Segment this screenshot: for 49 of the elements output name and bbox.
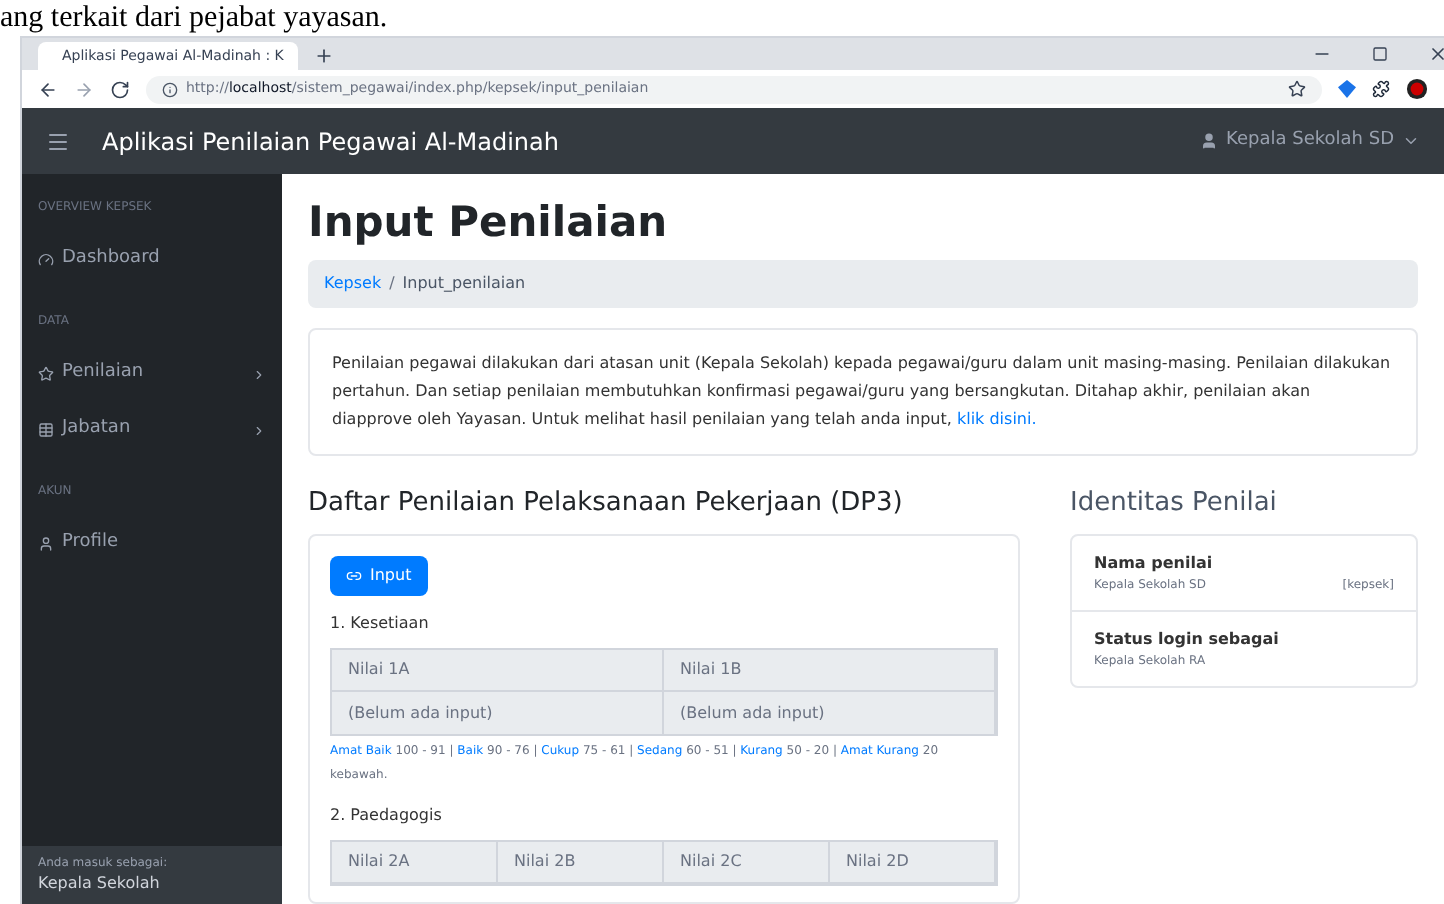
user-icon: [1200, 132, 1219, 150]
document-text: ang terkait dari pejabat yayasan.: [0, 0, 388, 36]
info-icon: [162, 81, 178, 97]
input-button[interactable]: Input: [330, 556, 428, 596]
link-icon: [346, 568, 362, 584]
star-icon: [38, 366, 54, 382]
close-window-icon[interactable]: [1428, 44, 1444, 64]
table-cell: (Belum ada input): [332, 692, 664, 734]
reload-icon[interactable]: [110, 79, 130, 99]
menu-icon[interactable]: [46, 129, 70, 153]
table-header-cell: Nilai 1B: [664, 650, 996, 692]
user-icon: [38, 536, 54, 552]
forward-icon[interactable]: [74, 79, 94, 99]
sidebar-item[interactable]: Jabatan: [22, 410, 282, 450]
breadcrumb-separator: /: [389, 271, 395, 296]
gauge-icon: [38, 252, 54, 268]
section-title: Daftar Penilaian Pelaksanaan Pekerjaan (DP3): [308, 485, 905, 521]
group-title: 1. Kesetiaan: [330, 612, 431, 636]
identity-title: Identitas Penilai: [1070, 485, 1279, 521]
extensions-icon[interactable]: [1372, 80, 1390, 98]
table-header-cell: Nilai 2C: [664, 842, 830, 884]
profile-icon[interactable]: [1406, 78, 1428, 100]
table-header-cell: Nilai 2D: [830, 842, 996, 884]
table-header-cell: Nilai 2B: [498, 842, 664, 884]
group-title: 2. Paedagogis: [330, 804, 444, 828]
sidebar-item[interactable]: Profile: [22, 524, 282, 564]
breadcrumb-current: Input_penilaian: [402, 271, 526, 296]
page-title: Input Penilaian: [308, 202, 670, 244]
chevron-icon: [252, 423, 266, 437]
info-link[interactable]: klik disini.: [956, 409, 1037, 427]
caret-icon: [1402, 132, 1420, 150]
navbar-brand[interactable]: Aplikasi Penilaian Pegawai Al-Madinah: [102, 123, 559, 159]
table-cell: (Belum ada input): [664, 692, 996, 734]
footer-value: Kepala Sekolah: [38, 872, 162, 896]
bookmark-icon[interactable]: [1288, 80, 1306, 98]
user-menu[interactable]: Kepala Sekolah SD: [1200, 127, 1420, 155]
table-header-cell: Nilai 2A: [332, 842, 498, 884]
identity-label: Status login sebagai: [1094, 628, 1281, 652]
sidebar-item[interactable]: Penilaian: [22, 354, 282, 394]
table-icon: [38, 422, 54, 438]
info-text: Penilaian pegawai dilakukan dari atasan unit (Kepala Sekolah) kepada pegawai/guru dalam unit masing-masing. Penilaian dilakukan pertahun. Dan setiap penilaian membutuhkan konfirmasi pegawai/guru yang bersangkutan. Ditahap akhir, penilaian akan diapprove oleh Yayasan. Untuk melihat hasil penilaian yang telah anda input, klik disini.: [332, 351, 1393, 432]
maximize-icon[interactable]: [1372, 46, 1388, 62]
sidebar-item[interactable]: Dashboard: [22, 240, 282, 280]
identity-label: Nama penilai: [1094, 552, 1215, 576]
chevron-icon: [252, 367, 266, 381]
back-icon[interactable]: [38, 79, 58, 99]
new-tab-icon[interactable]: [314, 46, 334, 66]
table-header-cell: Nilai 1A: [332, 650, 664, 692]
breadcrumb-link[interactable]: Kepsek: [324, 271, 382, 296]
